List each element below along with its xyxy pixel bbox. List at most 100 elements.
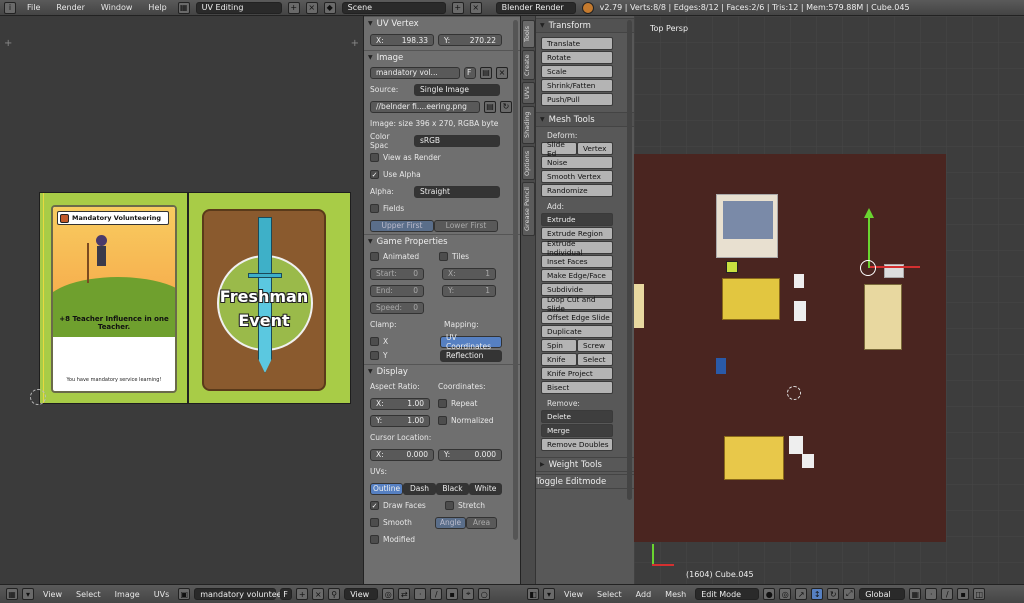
- modified-checkbox[interactable]: [370, 535, 379, 544]
- noise-button[interactable]: Noise: [541, 156, 613, 169]
- region-toggle-icon[interactable]: +: [4, 38, 12, 49]
- fake-user-toggle[interactable]: F: [280, 588, 293, 600]
- uv-editor-type-icon[interactable]: ▦: [6, 588, 18, 600]
- tab-grease-pencil[interactable]: Grease Pencil: [522, 182, 535, 236]
- unlink-image-icon[interactable]: ×: [312, 588, 325, 600]
- inset-faces-button[interactable]: Inset Faces: [541, 255, 613, 268]
- end-field[interactable]: End: 0: [370, 284, 424, 297]
- face-select-icon[interactable]: ▪: [446, 588, 459, 600]
- menu-render[interactable]: Render: [51, 3, 89, 12]
- image-browse-icon[interactable]: ▤: [480, 66, 492, 79]
- view-as-render-checkbox[interactable]: [370, 153, 379, 162]
- shrink-fatten-button[interactable]: Shrink/Fatten: [541, 79, 613, 92]
- uv-menu-image[interactable]: Image: [110, 590, 145, 599]
- sync-selection-icon[interactable]: ⇄: [398, 588, 411, 600]
- white-button[interactable]: White: [469, 482, 502, 495]
- alpha-select[interactable]: Straight: [414, 185, 500, 198]
- black-button[interactable]: Black: [436, 482, 469, 495]
- remove-doubles-button[interactable]: Remove Doubles: [541, 438, 613, 451]
- x-axis-gizmo[interactable]: [870, 266, 920, 268]
- view-mode-select[interactable]: View: [344, 588, 379, 600]
- speed-field[interactable]: Speed: 0: [370, 301, 424, 314]
- extrude-menu[interactable]: Extrude: [541, 213, 613, 226]
- new-image-icon[interactable]: +: [296, 588, 309, 600]
- translate-button[interactable]: Translate: [541, 37, 613, 50]
- uv-menu-view[interactable]: View: [38, 590, 67, 599]
- image-path-field[interactable]: //belnder fi....eering.png: [370, 100, 480, 113]
- menu-window[interactable]: Window: [96, 3, 138, 12]
- lower-first-button[interactable]: Lower First: [434, 219, 498, 232]
- mode-select[interactable]: Edit Mode: [695, 588, 760, 600]
- tools-scrollbar[interactable]: [627, 20, 632, 500]
- outline-button[interactable]: Outline: [370, 482, 403, 495]
- uv-image[interactable]: Mandatory Volunteering +8 Teacher Influe…: [39, 192, 351, 404]
- remove-layout-icon[interactable]: ×: [305, 1, 318, 14]
- vertex-select-icon[interactable]: ·: [414, 588, 427, 600]
- occlude-geometry-icon[interactable]: ◫: [973, 588, 986, 600]
- image-datablock-select[interactable]: mandatory voluntee...: [194, 588, 289, 600]
- scene-select[interactable]: Scene: [341, 1, 446, 14]
- normalized-checkbox[interactable]: [438, 416, 447, 425]
- manipulator-icon[interactable]: ↗: [795, 588, 808, 600]
- uv-image-editor[interactable]: + + Mandatory Volunteering +8 Teacher In…: [0, 16, 363, 584]
- viewport-header-toggle-icon[interactable]: ▾: [543, 588, 555, 600]
- y-axis-arrow-icon[interactable]: [864, 208, 874, 218]
- source-select[interactable]: Single Image: [414, 83, 500, 96]
- colorspace-select[interactable]: sRGB: [414, 134, 500, 147]
- image-header[interactable]: ▼ Image: [364, 50, 520, 64]
- viewport-menu-select[interactable]: Select: [592, 590, 627, 599]
- randomize-button[interactable]: Randomize: [541, 184, 613, 197]
- upper-first-button[interactable]: Upper First: [370, 219, 434, 232]
- toggle-editmode-header[interactable]: ▼Toggle Editmode: [523, 474, 634, 489]
- clamp-y-checkbox[interactable]: [370, 351, 379, 360]
- orientation-select[interactable]: Global: [859, 588, 906, 600]
- layer-icon[interactable]: ▦: [909, 588, 922, 600]
- pin-icon[interactable]: ⚲: [328, 588, 341, 600]
- viewport-shading-icon[interactable]: ●: [763, 588, 776, 600]
- 2d-cursor-icon[interactable]: [30, 389, 46, 405]
- fake-user-button[interactable]: F: [464, 66, 476, 79]
- add-layout-icon[interactable]: +: [287, 1, 300, 14]
- smooth-vertex-button[interactable]: Smooth Vertex: [541, 170, 613, 183]
- transform-center-icon[interactable]: [860, 260, 876, 276]
- smooth-checkbox[interactable]: [370, 518, 379, 527]
- uv-vertex-x-field[interactable]: X: 198.33: [370, 34, 434, 46]
- scene-icon[interactable]: ◆: [323, 1, 336, 14]
- extrude-individual-button[interactable]: Extrude Individual: [541, 239, 613, 257]
- cursor-y-field[interactable]: Y: 0.000: [438, 448, 502, 461]
- tab-uvs[interactable]: UVs: [522, 82, 535, 104]
- menu-help[interactable]: Help: [143, 3, 171, 12]
- menu-file[interactable]: File: [22, 3, 45, 12]
- delete-menu[interactable]: Delete: [541, 410, 613, 423]
- stretch-checkbox[interactable]: [445, 501, 454, 510]
- viewport-menu-view[interactable]: View: [559, 590, 588, 599]
- clamp-x-checkbox[interactable]: [370, 337, 379, 346]
- edge-mode-icon[interactable]: /: [941, 588, 954, 600]
- animated-checkbox[interactable]: [370, 252, 379, 261]
- knife-button[interactable]: Knife: [541, 353, 577, 366]
- scale-button[interactable]: Scale: [541, 65, 613, 78]
- layout-icon[interactable]: ▦: [177, 1, 190, 14]
- uv-menu-uvs[interactable]: UVs: [149, 590, 175, 599]
- snap-icon[interactable]: ⌖: [462, 588, 475, 600]
- repeat-checkbox[interactable]: [438, 399, 447, 408]
- viewport-editor-type-icon[interactable]: ◧: [527, 588, 539, 600]
- face-mode-icon[interactable]: ▪: [957, 588, 970, 600]
- loop-cut-slide-button[interactable]: Loop Cut and Slide: [541, 295, 613, 313]
- display-header[interactable]: ▼ Display: [364, 364, 520, 378]
- merge-menu[interactable]: Merge: [541, 424, 613, 437]
- offset-edge-slide-button[interactable]: Offset Edge Slide: [541, 311, 613, 324]
- tiles-x-field[interactable]: X: 1: [442, 267, 496, 280]
- push-pull-button[interactable]: Push/Pull: [541, 93, 613, 106]
- angle-button[interactable]: Angle: [435, 516, 466, 529]
- reflection-button[interactable]: Reflection: [440, 349, 502, 362]
- tiles-checkbox[interactable]: [439, 252, 448, 261]
- image-icon[interactable]: ▣: [178, 588, 191, 600]
- knife-select-button[interactable]: Select: [577, 353, 613, 366]
- area-button[interactable]: Area: [466, 516, 497, 529]
- aspect-x-field[interactable]: X: 1.00: [370, 397, 430, 410]
- scale-manipulator-icon[interactable]: ⤢: [843, 588, 856, 600]
- vertex-mode-icon[interactable]: ·: [925, 588, 938, 600]
- cursor-x-field[interactable]: X: 0.000: [370, 448, 434, 461]
- tab-shading[interactable]: Shading: [522, 106, 535, 144]
